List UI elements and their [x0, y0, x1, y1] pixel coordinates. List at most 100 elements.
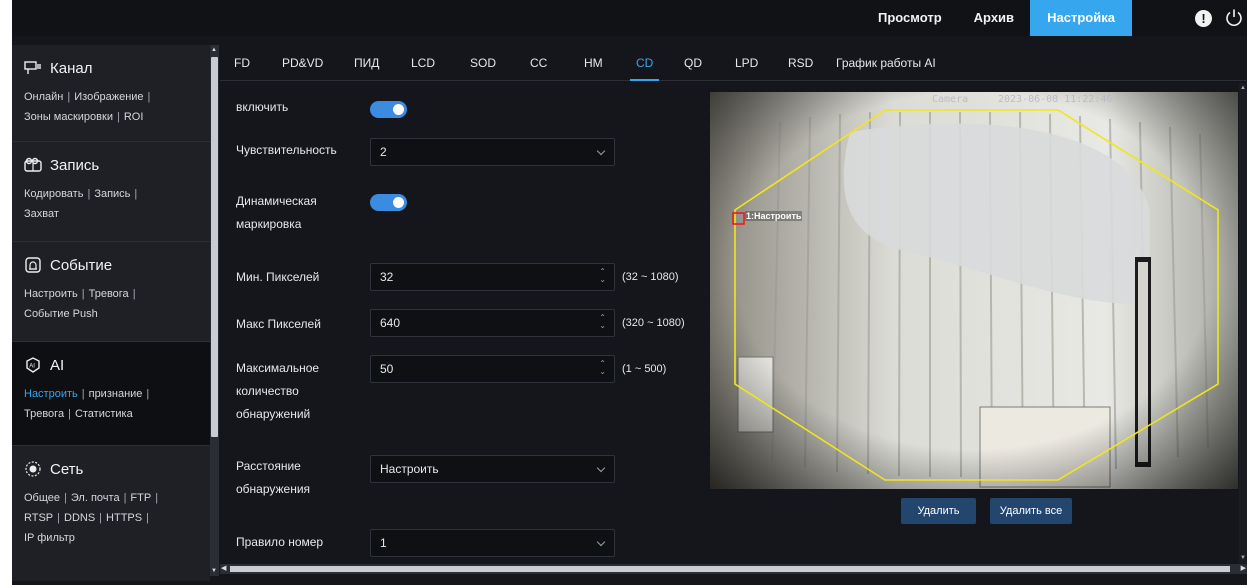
scroll-down-arrow-icon[interactable]: ▼: [211, 568, 217, 574]
sidebar-scrollbar[interactable]: ▲ ▼: [210, 45, 219, 576]
tab-ai-schedule[interactable]: График работы AI: [836, 45, 936, 81]
horizontal-scroll-thumb[interactable]: [230, 566, 1230, 572]
sidebar-heading-network[interactable]: Сеть: [24, 456, 198, 482]
camera-preview[interactable]: Camera 2023-06-08 11:22:46 1:Настроить: [710, 92, 1238, 489]
dynamic-marking-toggle[interactable]: [370, 194, 407, 211]
sidebar-links-network: Общее | Эл. почта | FTP | RTSP | DDNS | HTTPS | IP…: [24, 492, 159, 544]
rule-number-select[interactable]: 1: [370, 529, 615, 557]
sidebar-title-network: Сеть: [50, 460, 84, 478]
osd-datetime: 2023-06-08 11:22:46: [998, 94, 1113, 105]
sidebar-item-ip-filter[interactable]: IP фильтр: [24, 532, 75, 544]
max-detections-input[interactable]: 50 ⌃ ⌄: [370, 355, 615, 383]
sidebar-item-recording[interactable]: Запись: [94, 188, 130, 200]
scroll-right-arrow-icon[interactable]: ▶: [1241, 564, 1246, 572]
sidebar-links-event: Настроить | Тревога | Событие Push: [24, 288, 136, 320]
tab-pid[interactable]: ПИД: [354, 45, 379, 81]
sidebar-item-ai-alarm[interactable]: Тревога: [24, 408, 64, 420]
sidebar-section-ai: AI AI Настроить | признание | Тревога | Стати…: [12, 342, 210, 446]
chevron-down-icon: [596, 463, 606, 473]
sidebar-item-image[interactable]: Изображение: [74, 91, 143, 103]
sidebar-item-general[interactable]: Общее: [24, 492, 60, 504]
scroll-up-arrow-icon[interactable]: ▲: [1240, 85, 1246, 91]
main-vertical-scrollbar[interactable]: ▲ ▼: [1239, 83, 1247, 563]
enable-toggle[interactable]: [370, 101, 407, 118]
enable-label: включить: [236, 100, 289, 114]
ai-icon: AI: [26, 357, 40, 373]
tab-sod[interactable]: SOD: [470, 45, 496, 81]
chevron-down-icon: [596, 146, 606, 156]
channel-icon: [24, 61, 41, 74]
sidebar-item-event-push[interactable]: Событие Push: [24, 308, 98, 320]
sensitivity-label: Чувствительность: [236, 143, 337, 157]
info-icon[interactable]: !: [1195, 10, 1212, 27]
zone-label: 1:Настроить: [745, 211, 803, 221]
nav-settings[interactable]: Настройка: [1030, 0, 1133, 36]
sidebar-links-ai: Настроить | признание | Тревога | Статистика: [24, 388, 150, 420]
detection-distance-value: Настроить: [380, 462, 439, 476]
sidebar-title-channel: Канал: [50, 59, 93, 77]
tab-cd[interactable]: CD: [629, 45, 660, 81]
sidebar-item-email[interactable]: Эл. почта: [71, 492, 120, 504]
app-window: Просмотр Архив Настройка ! Канал Онлайн |: [12, 0, 1247, 585]
detection-distance-select[interactable]: Настроить: [370, 455, 615, 483]
sensitivity-select[interactable]: 2: [370, 138, 615, 166]
sidebar-item-ai-setup[interactable]: Настроить: [24, 388, 78, 400]
sidebar-item-capture[interactable]: Захват: [24, 208, 59, 220]
chevron-down-icon: [596, 537, 606, 547]
sidebar-item-event-setup[interactable]: Настроить: [24, 288, 78, 300]
scroll-left-arrow-icon[interactable]: ◀: [221, 564, 226, 572]
tab-pdvd[interactable]: PD&VD: [282, 45, 323, 81]
max-detections-value: 50: [380, 362, 394, 376]
tab-cc[interactable]: CC: [530, 45, 547, 81]
max-pixels-input[interactable]: 640 ⌃ ⌄: [370, 309, 615, 337]
power-icon[interactable]: [1224, 8, 1244, 28]
osd-camera-name: Camera: [932, 94, 969, 105]
tab-rsd[interactable]: RSD: [788, 45, 813, 81]
sidebar-item-privacy-zones[interactable]: Зоны маскировки: [24, 111, 113, 123]
tab-qd[interactable]: QD: [684, 45, 702, 81]
sidebar-item-ai-statistics[interactable]: Статистика: [75, 408, 133, 420]
tab-lpd[interactable]: LPD: [735, 45, 758, 81]
dynamic-marking-label: Динамическая маркировка: [236, 194, 317, 231]
sidebar-title-record: Запись: [50, 156, 100, 174]
nav-playback[interactable]: Архив: [958, 0, 1030, 36]
record-icon: [24, 157, 42, 172]
sidebar-title-event: Событие: [50, 256, 113, 274]
sidebar-item-event-alarm[interactable]: Тревога: [89, 288, 129, 300]
detection-distance-label: Расстояние обнаружения: [236, 459, 311, 496]
sidebar-heading-ai[interactable]: AI AI: [24, 352, 198, 378]
sidebar-item-ftp[interactable]: FTP: [130, 492, 151, 504]
sidebar-item-ai-recognition[interactable]: признание: [89, 388, 143, 400]
delete-all-button[interactable]: Удалить все: [990, 498, 1072, 524]
sidebar-item-ddns[interactable]: DDNS: [64, 512, 95, 524]
svg-text:AI: AI: [29, 364, 35, 370]
sidebar-heading-record[interactable]: Запись: [24, 152, 198, 178]
sidebar-section-event: Событие Настроить | Тревога | Событие Push: [12, 242, 210, 342]
stepper-icon[interactable]: ⌃ ⌄: [599, 314, 606, 330]
sidebar-item-rtsp[interactable]: RTSP: [24, 512, 53, 524]
max-pixels-label: Макс Пикселей: [236, 317, 321, 331]
stepper-icon[interactable]: ⌃ ⌄: [599, 360, 606, 376]
nav-live-view[interactable]: Просмотр: [862, 0, 958, 36]
sidebar-item-roi[interactable]: ROI: [124, 111, 144, 123]
tab-hm[interactable]: HM: [584, 45, 603, 81]
tab-fd[interactable]: FD: [234, 45, 250, 81]
sidebar-item-encode[interactable]: Кодировать: [24, 188, 83, 200]
stepper-icon[interactable]: ⌃ ⌄: [599, 268, 606, 284]
sidebar-links-record: Кодировать | Запись | Захват: [24, 188, 138, 220]
max-detections-label: Максимальное количество обнаружений: [236, 361, 320, 421]
delete-button[interactable]: Удалить: [901, 498, 976, 524]
scroll-up-arrow-icon[interactable]: ▲: [211, 47, 217, 53]
sidebar-item-online[interactable]: Онлайн: [24, 91, 63, 103]
sidebar-scroll-thumb[interactable]: [211, 57, 218, 437]
sidebar-section-network: Сеть Общее | Эл. почта | FTP | RTSP | DDNS | HTTP…: [12, 446, 210, 581]
sidebar-heading-channel[interactable]: Канал: [24, 55, 198, 81]
max-detections-range: (1 ~ 500): [622, 363, 667, 375]
main-horizontal-scrollbar[interactable]: ◀ ▶: [220, 564, 1247, 574]
scroll-down-arrow-icon[interactable]: ▼: [1240, 555, 1246, 561]
sidebar-item-https[interactable]: HTTPS: [106, 512, 142, 524]
event-icon: [25, 257, 41, 273]
min-pixels-input[interactable]: 32 ⌃ ⌄: [370, 263, 615, 291]
sidebar-heading-event[interactable]: Событие: [24, 252, 198, 278]
tab-lcd[interactable]: LCD: [411, 45, 435, 81]
